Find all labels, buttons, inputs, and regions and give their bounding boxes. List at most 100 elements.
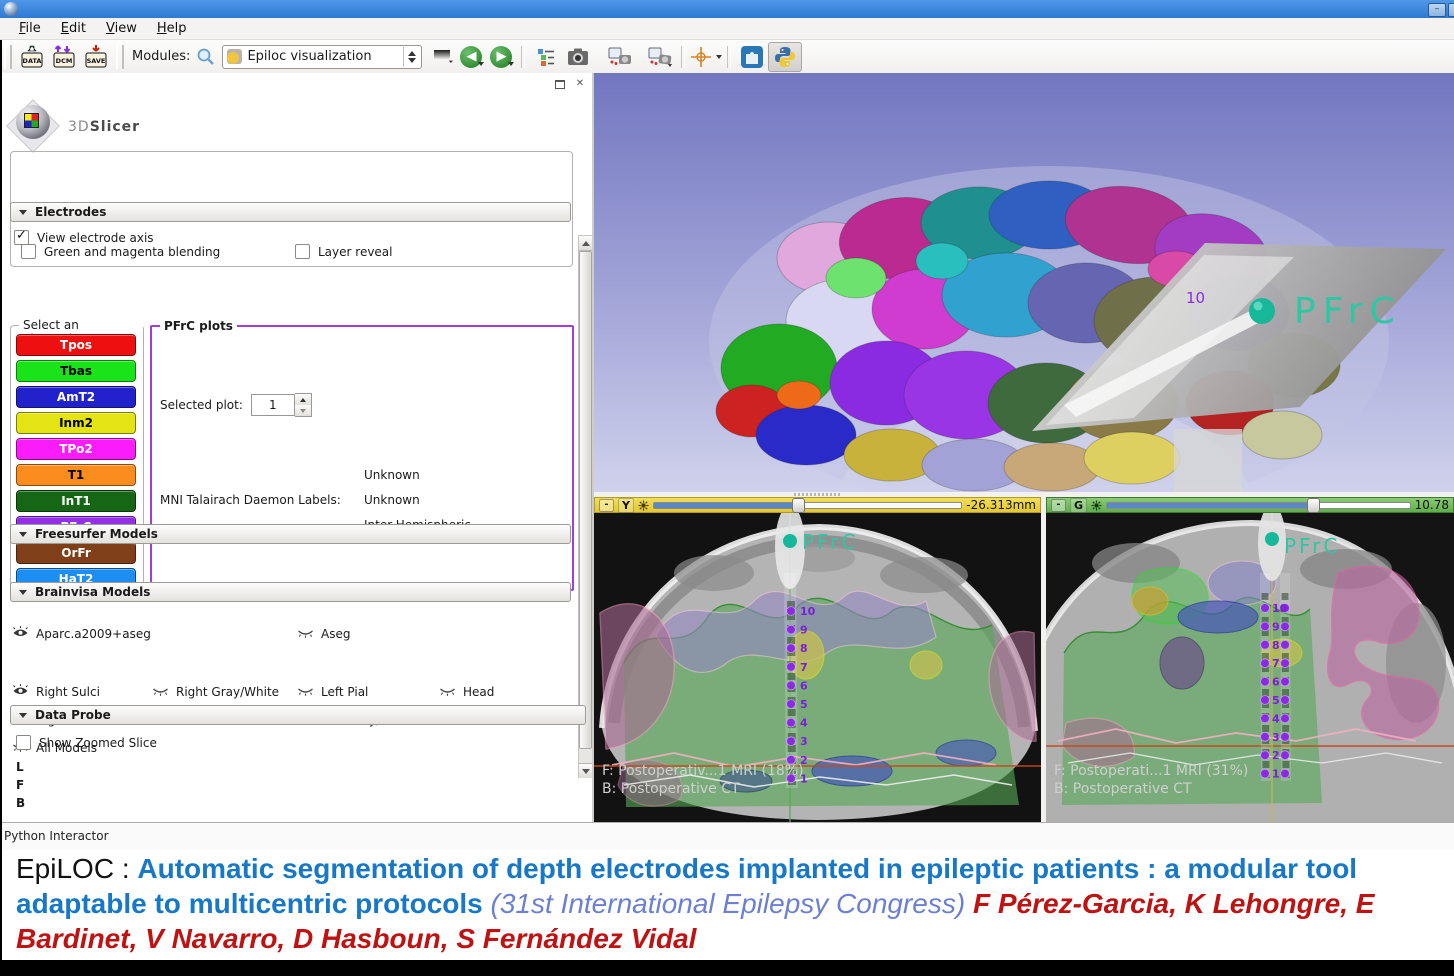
module-icon (227, 49, 242, 64)
green-magenta-checkbox[interactable] (21, 244, 36, 259)
electrode-button-Tbas[interactable]: Tbas (16, 360, 136, 382)
scene-view-capture-icon (608, 47, 632, 67)
module-selector-combobox[interactable]: Epiloc visualization (222, 45, 422, 69)
eye-open-icon[interactable] (12, 684, 29, 700)
menu-view[interactable]: View (97, 19, 146, 38)
module-history-forward-button[interactable]: ▶ (490, 46, 516, 68)
eye-closed-icon[interactable] (297, 684, 314, 700)
yellow-slice-view[interactable]: PFrC 10987654321 F: Postoperativ...1 MRI… (594, 513, 1041, 822)
electrode-button-TPo2[interactable]: TPo2 (16, 438, 136, 460)
selected-plot-value[interactable]: 1 (251, 394, 295, 416)
selected-plot-spinbox[interactable]: 1 (251, 393, 312, 417)
probe-row-l: L (16, 758, 25, 776)
layer-reveal-checkbox[interactable] (295, 244, 310, 259)
save-button[interactable]: SAVE (80, 43, 112, 71)
yellow-slice-slider[interactable] (653, 502, 962, 509)
scene-view-capture-button[interactable] (604, 43, 636, 71)
electrode-contact (787, 737, 796, 746)
contact-number: 7 (1272, 657, 1280, 670)
electrode-contact (1281, 622, 1290, 631)
eye-closed-icon[interactable] (152, 684, 169, 700)
show-zoomed-slice-checkbox[interactable] (16, 735, 31, 750)
module-selected-label: Epiloc visualization (247, 49, 403, 64)
selected-plot-spin-arrows[interactable] (295, 393, 312, 417)
search-icon[interactable] (196, 47, 216, 67)
threeD-view[interactable]: 10 PFrC (594, 73, 1454, 492)
module-hierarchy-icon (536, 47, 556, 67)
electrode-contact (787, 625, 796, 634)
green-slice-letter[interactable]: G (1070, 498, 1087, 513)
screenshot-button[interactable] (562, 43, 594, 71)
freesurfer-section-header[interactable]: Freesurfer Models (10, 524, 571, 544)
electrodes-section-header[interactable]: Electrodes (10, 202, 571, 222)
green-slider-handle[interactable] (1307, 498, 1320, 513)
green-slice-pin-icon[interactable] (1091, 500, 1102, 511)
yellow-slider-handle[interactable] (792, 498, 805, 513)
python-interactor-button[interactable] (768, 42, 802, 72)
eye-closed-icon[interactable] (297, 626, 314, 642)
panel-float-button[interactable] (552, 77, 568, 91)
brainvisa-model-right-gray-white: Right Gray/White (152, 684, 297, 700)
eye-open-icon[interactable] (12, 626, 29, 642)
screen-capture-options-button[interactable] (432, 48, 454, 66)
green-slice-slider[interactable] (1106, 502, 1411, 509)
model-label: Aparc.a2009+aseg (36, 627, 151, 641)
model-label: Right Sulci (36, 685, 100, 699)
brainvisa-model-left-pial: Left Pial (297, 684, 439, 700)
module-hierarchy-button[interactable] (530, 43, 562, 71)
collapse-arrow-icon (19, 532, 27, 537)
yellow-collapse-button[interactable]: - (599, 499, 614, 512)
module-combo-spinner[interactable] (403, 47, 419, 67)
green-magenta-label: Green and magenta blending (44, 245, 220, 259)
eye-closed-icon[interactable] (439, 684, 456, 700)
yellow-slice-letter[interactable]: Y (618, 498, 634, 513)
extensions-icon (740, 45, 764, 69)
panel-scrollbar[interactable] (578, 235, 593, 778)
electrode-contact (1261, 640, 1270, 649)
green-slice-render: PFrC 10987654321 F: Postoperati...1 MRI … (1046, 513, 1454, 822)
electrode-button-OrFr[interactable]: OrFr (16, 542, 136, 564)
menu-file[interactable]: File (10, 19, 50, 38)
brainvisa-section-header[interactable]: Brainvisa Models (10, 582, 571, 602)
load-dicom-button[interactable]: DCM (48, 43, 80, 71)
scroll-up-button[interactable] (579, 236, 592, 251)
scroll-down-button[interactable] (579, 763, 592, 778)
scene-view-restore-button[interactable] (644, 43, 676, 71)
data-probe-section-header[interactable]: Data Probe (10, 705, 586, 725)
svg-text:DATA: DATA (23, 57, 42, 65)
electrode-button-T1[interactable]: T1 (16, 464, 136, 486)
electrode-contact (787, 607, 796, 616)
menu-edit[interactable]: Edit (52, 19, 95, 38)
electrode-button-AmT2[interactable]: AmT2 (16, 386, 136, 408)
contact-number: 8 (1272, 639, 1280, 652)
splitter-grip[interactable] (794, 493, 842, 496)
crosshair-icon (690, 46, 712, 68)
crosshair-button[interactable] (690, 46, 722, 68)
scrollbar-thumb[interactable] (579, 251, 592, 749)
caption-segment-venue: (31st International Epilepsy Congress) (491, 888, 973, 919)
modules-label: Modules: (132, 49, 190, 64)
minimize-button[interactable]: – (1428, 3, 1446, 17)
electrode-contact (787, 718, 796, 727)
toolbar-drag-handle[interactable] (4, 45, 12, 69)
electrode-contact (1261, 714, 1270, 723)
brain-3d-render: 10 PFrC (594, 73, 1454, 492)
electrode-button-Inm2[interactable]: Inm2 (16, 412, 136, 434)
load-data-button[interactable]: DATA (16, 43, 48, 71)
maximize-button[interactable] (1448, 3, 1454, 17)
panel-close-button[interactable]: ✕ (572, 77, 588, 91)
electrode-contact (1261, 622, 1270, 631)
model-label: Head (463, 685, 494, 699)
menu-help[interactable]: Help (148, 19, 196, 38)
green-slice-view[interactable]: PFrC 10987654321 F: Postoperati...1 MRI … (1046, 513, 1454, 822)
extensions-manager-button[interactable] (736, 43, 768, 71)
electrode-button-Tpos[interactable]: Tpos (16, 334, 136, 356)
view-electrode-axis-checkbox[interactable] (14, 230, 29, 245)
electrode-contact (1281, 640, 1290, 649)
toolbar-drag-handle[interactable] (116, 45, 124, 69)
model-label: Left Pial (321, 685, 368, 699)
electrode-button-InT1[interactable]: InT1 (16, 490, 136, 512)
yellow-slice-pin-icon[interactable] (638, 500, 649, 511)
module-history-back-button[interactable]: ◀ (460, 46, 486, 68)
green-collapse-button[interactable]: - (1051, 499, 1066, 512)
